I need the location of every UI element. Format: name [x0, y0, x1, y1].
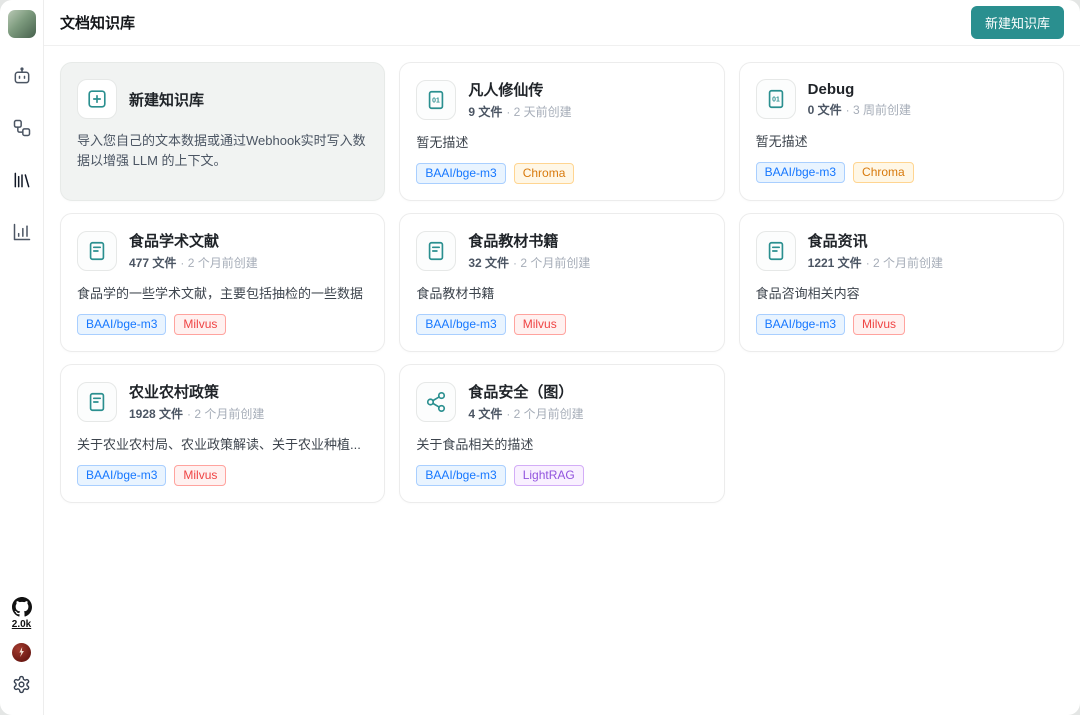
app-window: 2.0k 文档知识库 新建知识库	[0, 0, 1080, 715]
embedding-model-tag: BAAI/bge-m3	[77, 465, 166, 486]
kb-card-meta: 1928 文件 · 2 个月前创建	[129, 405, 264, 422]
kb-card-meta: 9 文件 · 2 天前创建	[468, 103, 571, 120]
kb-card[interactable]: 01 凡人修仙传 9 文件 · 2 天前创建 暂无描述 BAAI/bge-m3	[399, 62, 724, 201]
kb-file-count: 9 文件	[468, 103, 502, 120]
kb-card[interactable]: 食品学术文献 477 文件 · 2 个月前创建 食品学的一些学术文献，主要包括抽…	[60, 213, 385, 352]
vector-store-tag: Milvus	[514, 314, 566, 335]
kb-card-tags: BAAI/bge-m3 Milvus	[77, 314, 368, 335]
kb-card-meta: 32 文件 · 2 个月前创建	[468, 254, 590, 271]
settings-gear-icon[interactable]	[12, 675, 31, 699]
kb-card-tags: BAAI/bge-m3 Milvus	[416, 314, 707, 335]
kb-card-meta: 477 文件 · 2 个月前创建	[129, 254, 258, 271]
bar-chart-icon[interactable]	[10, 220, 34, 244]
community-logo-icon[interactable]	[12, 643, 31, 662]
kb-created-at: · 2 个月前创建	[187, 405, 264, 422]
svg-text:01: 01	[772, 96, 780, 103]
vector-store-tag: Milvus	[853, 314, 905, 335]
kb-created-at: · 2 个月前创建	[866, 254, 943, 271]
book-icon	[77, 382, 117, 422]
create-kb-description: 导入您自己的文本数据或通过Webhook实时写入数据以增强 LLM 的上下文。	[77, 131, 368, 171]
vector-store-tag: Milvus	[174, 465, 226, 486]
kb-created-at: · 2 个月前创建	[180, 254, 257, 271]
create-kb-card[interactable]: 新建知识库 导入您自己的文本数据或通过Webhook实时写入数据以增强 LLM …	[60, 62, 385, 201]
knowledge-base-grid: 新建知识库 导入您自己的文本数据或通过Webhook实时写入数据以增强 LLM …	[60, 62, 1064, 503]
new-knowledge-base-button[interactable]: 新建知识库	[971, 6, 1064, 39]
kb-card[interactable]: 农业农村政策 1928 文件 · 2 个月前创建 关于农业农村局、农业政策解读、…	[60, 364, 385, 503]
github-icon	[12, 597, 32, 617]
kb-card-description: 关于食品相关的描述	[416, 434, 707, 453]
kb-card-title: 食品资讯	[808, 230, 943, 251]
kb-created-at: · 2 天前创建	[506, 103, 571, 120]
embedding-model-tag: BAAI/bge-m3	[416, 314, 505, 335]
vector-store-tag: Milvus	[174, 314, 226, 335]
kb-card-title: 食品学术文献	[129, 230, 258, 251]
kb-card-description: 暂无描述	[756, 131, 1047, 150]
embedding-model-tag: BAAI/bge-m3	[416, 465, 505, 486]
sidebar: 2.0k	[0, 0, 44, 715]
kb-file-count: 0 文件	[808, 101, 842, 118]
kb-card[interactable]: 食品教材书籍 32 文件 · 2 个月前创建 食品教材书籍 BAAI/bge-m…	[399, 213, 724, 352]
kb-created-at: · 3 周前创建	[846, 101, 911, 118]
kb-file-count: 1928 文件	[129, 405, 183, 422]
book-icon	[77, 231, 117, 271]
document-01-icon: 01	[416, 80, 456, 120]
workflow-icon[interactable]	[10, 116, 34, 140]
kb-created-at: · 2 个月前创建	[506, 405, 583, 422]
kb-card-tags: BAAI/bge-m3 Milvus	[77, 465, 368, 486]
kb-file-count: 477 文件	[129, 254, 176, 271]
vector-store-tag: Chroma	[514, 163, 575, 184]
sidebar-bottom: 2.0k	[12, 597, 32, 699]
bot-icon[interactable]	[10, 64, 34, 88]
kb-file-count: 4 文件	[468, 405, 502, 422]
kb-card-tags: BAAI/bge-m3 Chroma	[756, 162, 1047, 183]
embedding-model-tag: BAAI/bge-m3	[77, 314, 166, 335]
book-icon	[756, 231, 796, 271]
kb-card-tags: BAAI/bge-m3 LightRAG	[416, 465, 707, 486]
rag-engine-tag: LightRAG	[514, 465, 584, 486]
library-icon[interactable]	[10, 168, 34, 192]
main-panel: 新建知识库 导入您自己的文本数据或通过Webhook实时写入数据以增强 LLM …	[44, 46, 1080, 715]
kb-card-title: 食品教材书籍	[468, 230, 590, 251]
kb-card-description: 食品学的一些学术文献，主要包括抽检的一些数据	[77, 283, 368, 302]
embedding-model-tag: BAAI/bge-m3	[756, 162, 845, 183]
kb-card-title: 凡人修仙传	[468, 79, 571, 100]
avatar[interactable]	[8, 10, 36, 38]
kb-card[interactable]: 食品资讯 1221 文件 · 2 个月前创建 食品咨询相关内容 BAAI/bge…	[739, 213, 1064, 352]
content-area: 文档知识库 新建知识库 新建知识库 导入您自己的文本数据或通过Webhook实时…	[44, 0, 1080, 715]
kb-card-meta: 4 文件 · 2 个月前创建	[468, 405, 583, 422]
kb-card-tags: BAAI/bge-m3 Chroma	[416, 163, 707, 184]
vector-store-tag: Chroma	[853, 162, 914, 183]
kb-file-count: 1221 文件	[808, 254, 862, 271]
kb-file-count: 32 文件	[468, 254, 509, 271]
embedding-model-tag: BAAI/bge-m3	[416, 163, 505, 184]
graph-share-icon	[416, 382, 456, 422]
kb-card-title: 食品安全（图）	[468, 381, 583, 402]
kb-card[interactable]: 01 Debug 0 文件 · 3 周前创建 暂无描述 BAAI/bge-m3	[739, 62, 1064, 201]
kb-card-title: 农业农村政策	[129, 381, 264, 402]
kb-card-description: 食品教材书籍	[416, 283, 707, 302]
create-kb-title: 新建知识库	[129, 89, 204, 110]
page-header: 文档知识库 新建知识库	[44, 0, 1080, 46]
svg-text:01: 01	[433, 97, 441, 104]
embedding-model-tag: BAAI/bge-m3	[756, 314, 845, 335]
kb-card-description: 暂无描述	[416, 132, 707, 151]
kb-card-tags: BAAI/bge-m3 Milvus	[756, 314, 1047, 335]
kb-card-title: Debug	[808, 81, 911, 98]
github-star-count[interactable]: 2.0k	[12, 619, 31, 630]
kb-card-description: 关于农业农村局、农业政策解读、关于农业种植...	[77, 434, 368, 453]
kb-card-description: 食品咨询相关内容	[756, 283, 1047, 302]
kb-card[interactable]: 食品安全（图） 4 文件 · 2 个月前创建 关于食品相关的描述 BAAI/bg…	[399, 364, 724, 503]
book-icon	[416, 231, 456, 271]
document-01-icon: 01	[756, 79, 796, 119]
kb-card-meta: 1221 文件 · 2 个月前创建	[808, 254, 943, 271]
github-link[interactable]: 2.0k	[12, 597, 32, 630]
kb-card-meta: 0 文件 · 3 周前创建	[808, 101, 911, 118]
page-title: 文档知识库	[60, 12, 135, 33]
kb-created-at: · 2 个月前创建	[513, 254, 590, 271]
import-plus-icon	[77, 79, 117, 119]
